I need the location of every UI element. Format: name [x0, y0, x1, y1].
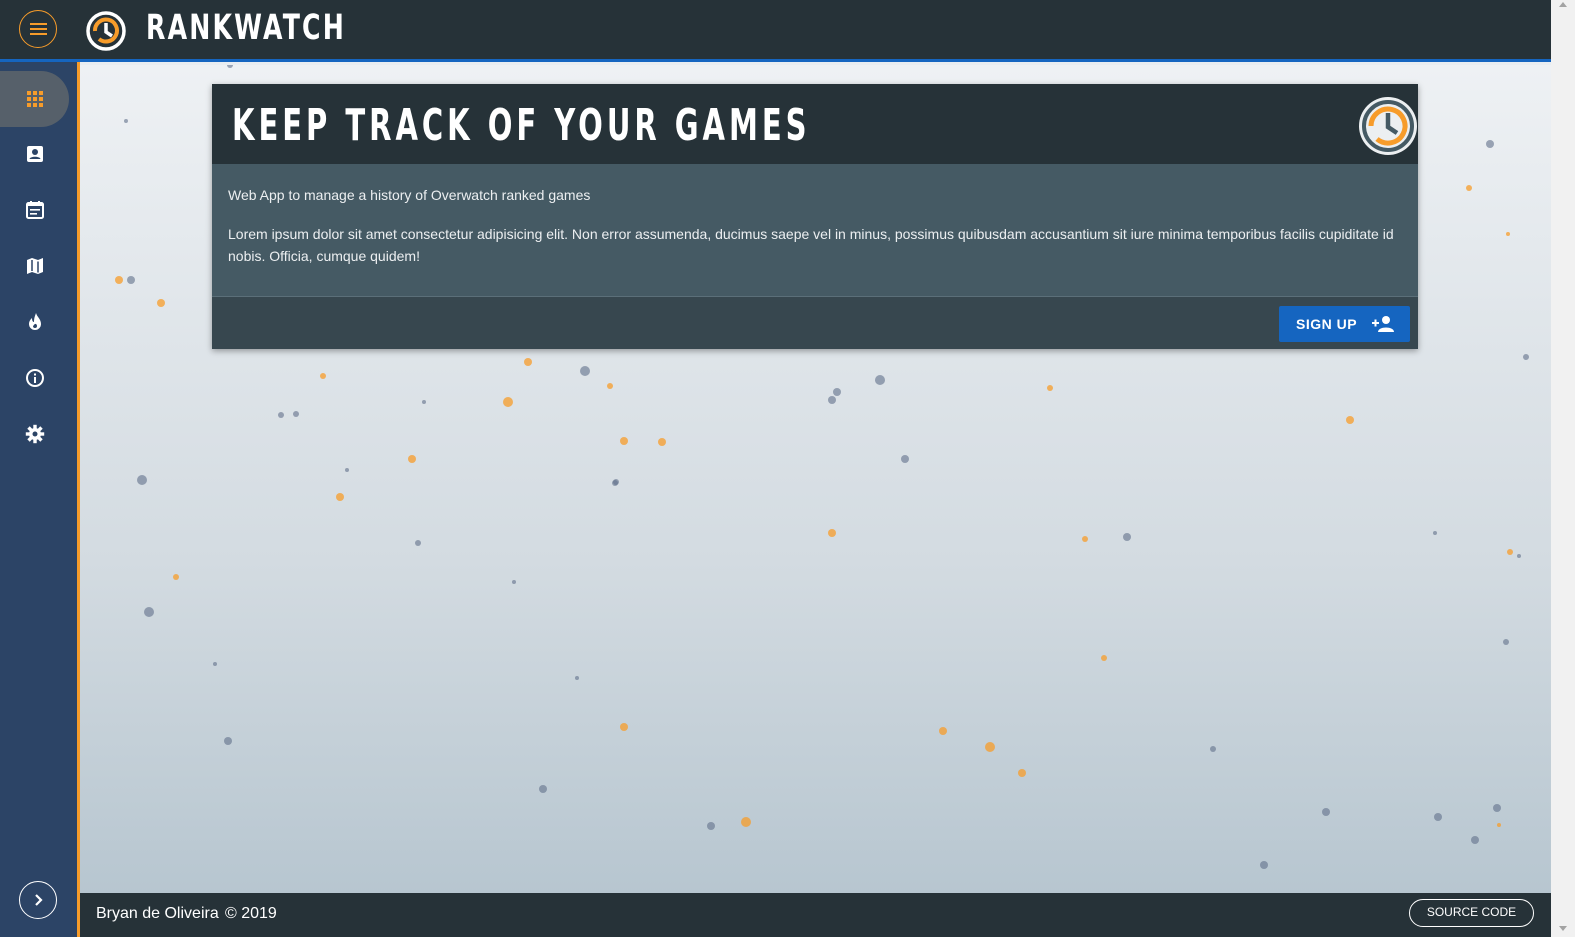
- particle-dot: [293, 411, 299, 417]
- nav-item-games[interactable]: [0, 183, 69, 239]
- settings-gear-icon: [25, 424, 45, 444]
- chevron-right-icon: [35, 894, 43, 906]
- card-body: Web App to manage a history of Overwatch…: [212, 164, 1418, 297]
- add-person-icon: [1372, 316, 1394, 332]
- particle-dot: [1497, 823, 1501, 827]
- particle-dot: [278, 412, 284, 418]
- particle-dot: [115, 276, 123, 284]
- overwatch-logo-icon: [1359, 97, 1417, 155]
- fire-icon: [29, 313, 41, 330]
- nav-item-dashboard[interactable]: [0, 71, 69, 127]
- particle-dot: [524, 358, 532, 366]
- particle-dot: [1503, 639, 1509, 645]
- particle-dot: [613, 479, 619, 485]
- particle-dot: [1047, 385, 1053, 391]
- particle-dot: [1018, 769, 1026, 777]
- particle-dot: [1486, 140, 1494, 148]
- particle-dot: [422, 400, 426, 404]
- footer: Bryan de Oliveira © 2019 SOURCE CODE: [80, 893, 1551, 937]
- particle-dot: [1434, 813, 1442, 821]
- nav-item-profile[interactable]: [0, 127, 69, 183]
- particle-dot: [124, 119, 128, 123]
- nav-item-about[interactable]: [0, 351, 69, 407]
- particle-dot: [539, 785, 547, 793]
- particle-dot: [1346, 416, 1354, 424]
- contact-card-icon: [27, 146, 43, 162]
- welcome-card: KEEP TRACK OF YOUR GAMES Web App to mana…: [212, 84, 1418, 349]
- particle-dot: [224, 737, 232, 745]
- scroll-down-arrow[interactable]: [1559, 926, 1567, 931]
- map-icon: [27, 258, 43, 274]
- particle-dot: [1466, 185, 1472, 191]
- card-header: KEEP TRACK OF YOUR GAMES: [212, 84, 1418, 164]
- card-description: Lorem ipsum dolor sit amet consectetur a…: [228, 226, 1394, 264]
- particle-dot: [345, 468, 349, 472]
- particle-dot: [336, 493, 344, 501]
- footer-copyright: © 2019: [225, 905, 277, 922]
- particle-dot: [1517, 554, 1521, 558]
- particle-dot: [875, 375, 885, 385]
- sidebar-nav: [0, 62, 80, 937]
- particle-dot: [828, 396, 836, 404]
- collapse-sidebar-button[interactable]: [19, 881, 57, 919]
- source-code-button[interactable]: SOURCE CODE: [1409, 899, 1534, 927]
- particle-dot: [1471, 836, 1479, 844]
- particle-dot: [620, 723, 628, 731]
- particle-dot: [607, 383, 613, 389]
- overwatch-logo-icon: [86, 11, 126, 51]
- particle-dot: [707, 822, 715, 830]
- card-title: KEEP TRACK OF YOUR GAMES: [232, 100, 811, 151]
- particle-dot: [213, 662, 217, 666]
- sign-up-label: SIGN UP: [1296, 316, 1358, 332]
- particle-dot: [658, 438, 666, 446]
- nav-item-settings[interactable]: [0, 407, 69, 463]
- particle-dot: [144, 607, 154, 617]
- particle-dot: [1493, 804, 1501, 812]
- particle-dot: [1210, 746, 1216, 752]
- particle-dot: [157, 299, 165, 307]
- info-icon: [26, 369, 44, 387]
- card-actions: SIGN UP: [212, 297, 1418, 349]
- particle-dot: [503, 397, 513, 407]
- footer-author: Bryan de Oliveira: [96, 905, 219, 922]
- particle-dot: [415, 540, 421, 546]
- particle-dot: [901, 455, 909, 463]
- menu-button[interactable]: [19, 10, 57, 48]
- particle-dot: [1433, 531, 1437, 535]
- particle-dot: [1101, 655, 1107, 661]
- sign-up-button[interactable]: SIGN UP: [1279, 306, 1410, 342]
- particle-dot: [1523, 354, 1529, 360]
- nav-item-heroes[interactable]: [0, 295, 69, 351]
- particle-dot: [127, 276, 135, 284]
- particle-dot: [741, 817, 751, 827]
- particle-dot: [227, 65, 233, 68]
- particle-dot: [620, 437, 628, 445]
- particle-dot: [137, 475, 147, 485]
- app-brand[interactable]: RANKWATCH: [146, 8, 346, 48]
- nav-item-maps[interactable]: [0, 239, 69, 295]
- particle-dot: [1082, 536, 1088, 542]
- particle-dot: [173, 574, 179, 580]
- particle-dot: [408, 455, 416, 463]
- hamburger-menu-icon: [30, 23, 47, 35]
- calendar-icon: [26, 201, 44, 219]
- particle-dot: [1123, 533, 1131, 541]
- particle-dot: [1507, 549, 1513, 555]
- particle-dot: [575, 676, 579, 680]
- particle-dot: [1322, 808, 1330, 816]
- particle-dot: [833, 388, 841, 396]
- top-app-bar: RANKWATCH: [0, 0, 1551, 62]
- scrollbar[interactable]: [1551, 0, 1575, 937]
- particle-dot: [985, 742, 995, 752]
- particle-dot: [1260, 861, 1268, 869]
- particle-dot: [580, 366, 590, 376]
- card-subtitle: Web App to manage a history of Overwatch…: [228, 187, 591, 203]
- particle-dot: [512, 580, 516, 584]
- particle-dot: [828, 529, 836, 537]
- scroll-up-arrow[interactable]: [1559, 2, 1567, 7]
- particle-dot: [1506, 232, 1510, 236]
- particle-dot: [939, 727, 947, 735]
- apps-grid-icon: [27, 91, 43, 107]
- particle-dot: [320, 373, 326, 379]
